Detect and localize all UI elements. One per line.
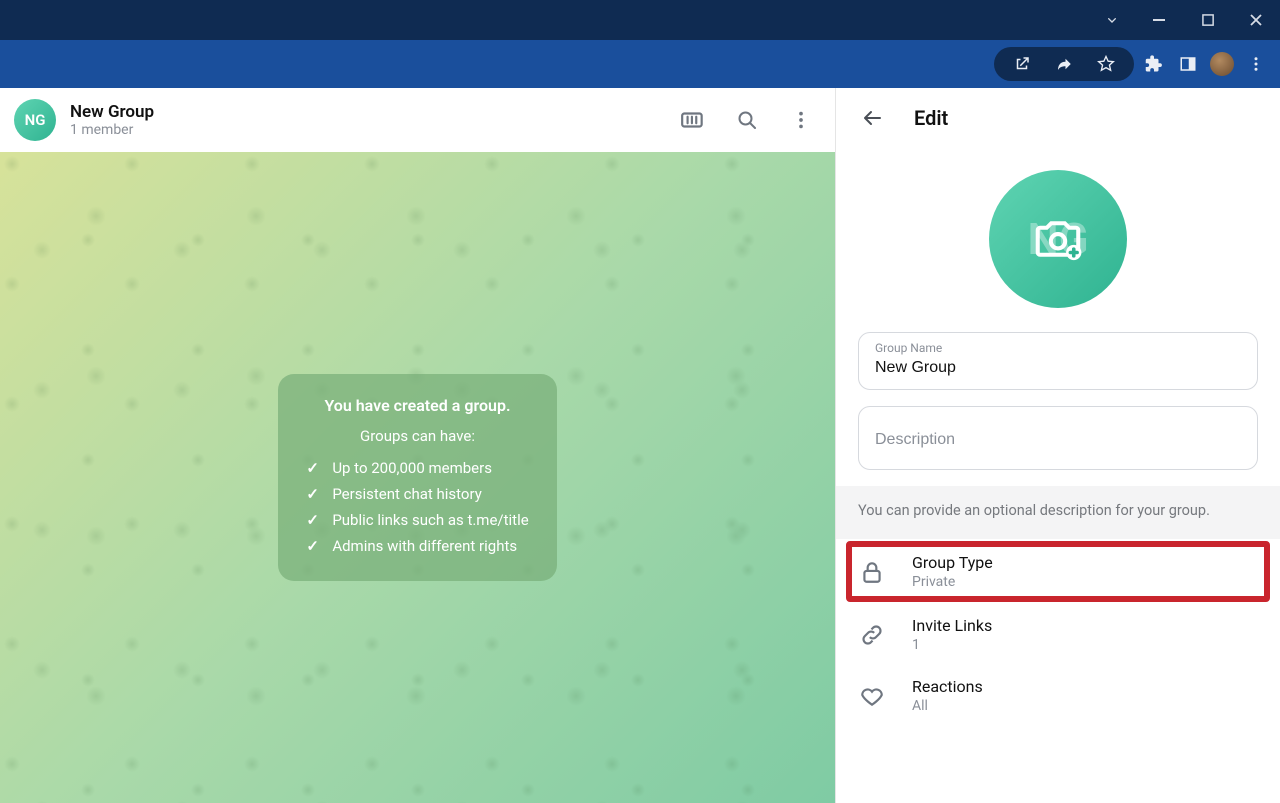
share-icon[interactable] bbox=[1050, 50, 1078, 78]
window-titlebar bbox=[0, 0, 1280, 40]
invite-links-value: 1 bbox=[912, 637, 992, 653]
edit-panel: Edit NG Group Name bbox=[836, 88, 1280, 803]
browser-toolbar bbox=[0, 40, 1280, 88]
group-type-value: Private bbox=[912, 574, 993, 590]
reactions-row[interactable]: Reactions All bbox=[836, 665, 1280, 726]
edit-title: Edit bbox=[914, 106, 948, 130]
group-type-title: Group Type bbox=[912, 553, 993, 572]
group-name-field[interactable]: Group Name bbox=[858, 332, 1258, 390]
invite-links-title: Invite Links bbox=[912, 616, 992, 635]
bookmark-star-icon[interactable] bbox=[1092, 50, 1120, 78]
window-minimize-button[interactable] bbox=[1146, 6, 1174, 34]
browser-menu-icon[interactable] bbox=[1242, 50, 1270, 78]
chat-title-block[interactable]: New Group 1 member bbox=[70, 102, 659, 138]
description-hint: You can provide an optional description … bbox=[836, 486, 1280, 539]
panel-toggle-icon[interactable] bbox=[1174, 50, 1202, 78]
edit-header: Edit bbox=[836, 88, 1280, 148]
chat-panel: NG New Group 1 member You have created a… bbox=[0, 88, 836, 803]
chat-avatar[interactable]: NG bbox=[14, 99, 56, 141]
back-button[interactable] bbox=[854, 100, 890, 136]
description-field[interactable] bbox=[858, 406, 1258, 470]
card-feature-item: Admins with different rights bbox=[306, 533, 528, 559]
extensions-icon[interactable] bbox=[1140, 50, 1168, 78]
titlebar-chevron-icon[interactable] bbox=[1098, 6, 1126, 34]
chat-body: You have created a group. Groups can hav… bbox=[0, 152, 835, 803]
group-name-label: Group Name bbox=[875, 341, 1241, 355]
reactions-title: Reactions bbox=[912, 677, 983, 696]
lock-icon bbox=[858, 559, 886, 585]
video-chat-icon[interactable] bbox=[673, 100, 713, 140]
card-title: You have created a group. bbox=[306, 396, 528, 415]
description-input[interactable] bbox=[875, 427, 1241, 449]
window-close-button[interactable] bbox=[1242, 6, 1270, 34]
card-feature-item: Public links such as t.me/title bbox=[306, 507, 528, 533]
invite-links-row[interactable]: Invite Links 1 bbox=[836, 604, 1280, 665]
open-external-icon[interactable] bbox=[1008, 50, 1036, 78]
card-feature-item: Persistent chat history bbox=[306, 481, 528, 507]
search-icon[interactable] bbox=[727, 100, 767, 140]
profile-avatar[interactable] bbox=[1208, 50, 1236, 78]
chat-header: NG New Group 1 member bbox=[0, 88, 835, 152]
link-icon bbox=[858, 622, 886, 648]
camera-add-icon bbox=[1031, 212, 1085, 266]
window-maximize-button[interactable] bbox=[1194, 6, 1222, 34]
toolbar-actions-pill bbox=[994, 47, 1134, 81]
chat-title: New Group bbox=[70, 102, 659, 122]
heart-icon bbox=[858, 683, 886, 709]
reactions-value: All bbox=[912, 698, 983, 714]
group-name-input[interactable] bbox=[875, 355, 1241, 377]
card-subtitle: Groups can have: bbox=[306, 427, 528, 445]
group-photo-button[interactable]: NG bbox=[989, 170, 1127, 308]
chat-subtitle: 1 member bbox=[70, 122, 659, 138]
card-feature-item: Up to 200,000 members bbox=[306, 455, 528, 481]
group-created-card: You have created a group. Groups can hav… bbox=[278, 374, 556, 581]
chat-menu-icon[interactable] bbox=[781, 100, 821, 140]
group-type-row[interactable]: Group Type Private bbox=[846, 541, 1270, 602]
